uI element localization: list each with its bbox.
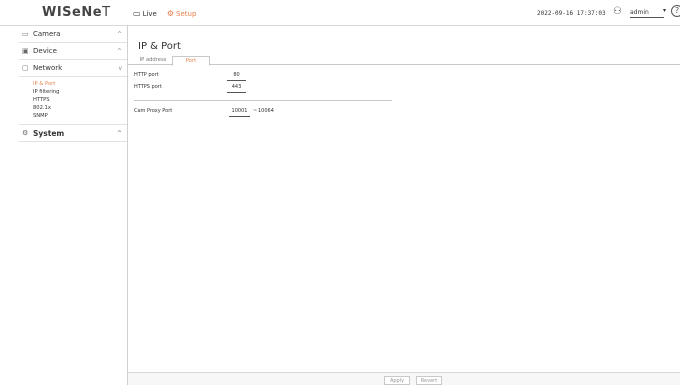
submenu-https[interactable]: HTTPS [33, 96, 127, 104]
datetime-display: 2022-09-16 17:37:03 [537, 10, 606, 17]
chevron-down-icon: v [118, 65, 122, 72]
sidebar-item-network[interactable]: ▢ Network v [19, 60, 127, 77]
submenu-snmp[interactable]: SNMP [33, 112, 127, 120]
https-port-label: HTTPS port [134, 84, 162, 90]
cam-proxy-range-separator: ~ [253, 108, 258, 114]
section-divider [134, 100, 392, 101]
setup-nav-button[interactable]: ⚙ Setup [167, 9, 197, 18]
logo-main: WISeNe [42, 5, 103, 20]
chevron-up-icon: ^ [116, 48, 122, 55]
monitor-icon: ▭ [133, 9, 141, 18]
device-label: Device [33, 47, 57, 55]
main-content: IP & Port IP address Port HTTP port 80 H… [128, 26, 680, 385]
wisenet-logo: WISeNeT [42, 5, 111, 20]
chevron-up-icon: ^ [116, 31, 122, 38]
apply-button[interactable]: Apply [384, 376, 410, 385]
page-title: IP & Port [138, 41, 181, 52]
sidebar-item-system[interactable]: ⚙ System ^ [19, 125, 127, 142]
tab-bar: IP address Port [128, 56, 680, 66]
user-menu[interactable]: admin [630, 9, 664, 18]
revert-button[interactable]: Revert [416, 376, 442, 385]
network-label: Network [33, 64, 63, 72]
submenu-ip-filtering[interactable]: IP filtering [33, 88, 127, 96]
submenu-ip-port[interactable]: IP & Port [33, 80, 127, 88]
setup-label: Setup [176, 9, 197, 18]
device-icon: ▣ [22, 47, 29, 55]
user-group-icon[interactable]: ⚇ [613, 6, 622, 17]
action-bar: Apply Revert [128, 372, 680, 385]
cam-proxy-port-start-input[interactable]: 10001 [229, 108, 250, 117]
camera-label: Camera [33, 30, 61, 38]
top-bar: WISeNeT ▭ Live ⚙ Setup 2022-09-16 17:37:… [0, 0, 680, 26]
top-nav: ▭ Live ⚙ Setup [133, 9, 206, 18]
submenu-8021x[interactable]: 802.1x [33, 104, 127, 112]
network-submenu: IP & Port IP filtering HTTPS 802.1x SNMP [19, 77, 127, 125]
gear-icon: ⚙ [166, 9, 175, 18]
help-icon[interactable]: ? [671, 5, 680, 17]
camera-icon: ▭ [22, 30, 29, 38]
tab-port[interactable]: Port [172, 56, 210, 66]
live-nav-button[interactable]: ▭ Live [133, 9, 157, 18]
https-port-input[interactable]: 443 [227, 84, 246, 93]
sidebar-item-device[interactable]: ▣ Device ^ [19, 43, 127, 60]
http-port-label: HTTP port [134, 72, 159, 78]
cam-proxy-port-end: 10064 [258, 108, 274, 114]
system-gear-icon: ⚙ [22, 129, 29, 137]
network-icon: ▢ [22, 64, 29, 72]
user-caret-icon[interactable]: ▾ [663, 7, 666, 14]
chevron-up-icon: ^ [116, 130, 122, 137]
system-label: System [33, 129, 65, 138]
live-label: Live [142, 9, 157, 18]
sidebar-item-camera[interactable]: ▭ Camera ^ [19, 26, 127, 43]
http-port-input[interactable]: 80 [227, 72, 246, 81]
sidebar: ▭ Camera ^ ▣ Device ^ ▢ Network v IP & P… [19, 26, 128, 385]
tab-ip-address[interactable]: IP address [135, 56, 171, 65]
cam-proxy-port-label: Cam Proxy Port [134, 108, 173, 114]
logo-tail: T [102, 5, 111, 20]
